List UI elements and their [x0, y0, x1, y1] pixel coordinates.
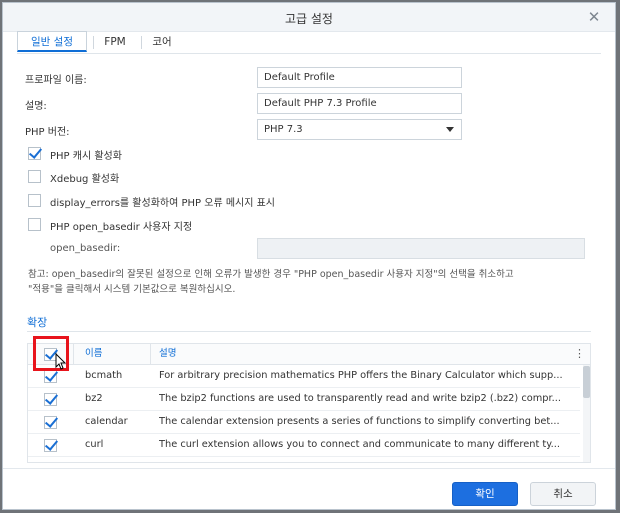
column-header-name[interactable]: 이름: [85, 344, 102, 364]
tab-core[interactable]: 코어: [143, 31, 181, 52]
advanced-settings-dialog: 고급 설정 ✕ 일반 설정 FPM 코어 프로파일 이름: Default Pr…: [2, 2, 616, 510]
row-checkbox[interactable]: [44, 393, 57, 406]
tab-underline: [17, 53, 601, 54]
display-errors-label: display_errors를 활성화하여 PHP 오류 메시지 표시: [50, 198, 276, 209]
php-cache-checkbox[interactable]: [28, 147, 41, 160]
profile-name-label: 프로파일 이름:: [25, 75, 87, 86]
extension-name: bcmath: [85, 370, 123, 381]
column-header-description[interactable]: 설명: [159, 344, 176, 364]
row-checkbox[interactable]: [44, 416, 57, 429]
tab-divider: [93, 36, 94, 49]
profile-name-input[interactable]: Default Profile: [257, 67, 462, 88]
table-row[interactable]: bcmath For arbitrary precision mathemati…: [28, 365, 580, 388]
note-line: "적용"을 클릭해서 시스템 기본값으로 복원하십시오.: [28, 284, 236, 295]
extension-description: The bzip2 functions are used to transpar…: [159, 393, 561, 404]
table-row[interactable]: curl The curl extension allows you to co…: [28, 434, 580, 457]
open-basedir-custom-label: PHP open_basedir 사용자 지정: [50, 222, 193, 233]
column-menu-icon[interactable]: ⋮: [574, 347, 585, 361]
row-checkbox[interactable]: [44, 462, 57, 463]
column-divider: [73, 344, 74, 364]
extension-description: The curl extension allows you to connect…: [159, 439, 561, 450]
chevron-down-icon: [446, 127, 454, 132]
open-basedir-note: 참고: open_basedir의 잘못된 설정으로 인해 오류가 발생한 경우…: [28, 267, 593, 297]
table-header: 이름 설명 ⋮: [28, 344, 590, 365]
extension-name: curl: [85, 439, 104, 450]
extension-name: [85, 457, 147, 462]
tab-general[interactable]: 일반 설정: [17, 31, 87, 52]
close-icon[interactable]: ✕: [585, 8, 603, 26]
note-line: 참고: open_basedir의 잘못된 설정으로 인해 오류가 발생한 경우…: [28, 269, 514, 280]
extension-description: [159, 457, 574, 462]
dialog-titlebar: 고급 설정 ✕: [3, 3, 615, 32]
extension-name: bz2: [85, 393, 103, 404]
table-row[interactable]: [28, 457, 580, 463]
dialog-title: 고급 설정: [285, 12, 333, 26]
column-divider: [150, 344, 151, 364]
open-basedir-input[interactable]: [257, 238, 585, 259]
xdebug-label: Xdebug 활성화: [50, 174, 120, 185]
open-basedir-checkbox[interactable]: [28, 218, 41, 231]
tab-bar: 일반 설정 FPM 코어: [17, 31, 615, 53]
tab-divider: [141, 36, 142, 49]
mouse-cursor-icon: [55, 353, 67, 370]
row-checkbox[interactable]: [44, 439, 57, 452]
php-cache-label: PHP 캐시 활성화: [50, 151, 122, 162]
dialog-footer: [3, 468, 615, 509]
display-errors-checkbox[interactable]: [28, 194, 41, 207]
row-checkbox[interactable]: [44, 370, 57, 383]
extension-description: For arbitrary precision mathematics PHP …: [159, 370, 563, 381]
description-label: 설명:: [25, 101, 47, 112]
table-row[interactable]: bz2 The bzip2 functions are used to tran…: [28, 388, 580, 411]
extension-name: calendar: [85, 416, 128, 427]
php-version-select[interactable]: PHP 7.3: [257, 119, 462, 140]
section-divider: [27, 331, 591, 332]
ok-button[interactable]: 확인: [452, 482, 518, 506]
extensions-table: 이름 설명 ⋮ bcmath For arbitrary precision m…: [27, 343, 591, 463]
php-version-label: PHP 버전:: [25, 127, 70, 138]
extensions-section-title: 확장: [27, 316, 48, 329]
php-version-value: PHP 7.3: [264, 124, 303, 135]
open-basedir-label: open_basedir:: [50, 243, 121, 254]
table-scrollbar-thumb[interactable]: [583, 366, 590, 398]
cancel-button[interactable]: 취소: [530, 482, 596, 506]
extension-description: The calendar extension presents a series…: [159, 416, 560, 427]
table-row[interactable]: calendar The calendar extension presents…: [28, 411, 580, 434]
xdebug-checkbox[interactable]: [28, 170, 41, 183]
description-input[interactable]: Default PHP 7.3 Profile: [257, 93, 462, 114]
tab-fpm[interactable]: FPM: [95, 31, 135, 52]
